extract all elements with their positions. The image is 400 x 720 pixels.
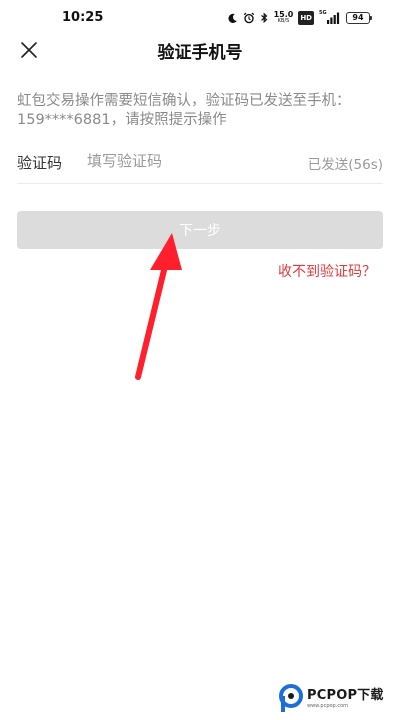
battery-level: 94: [352, 13, 364, 22]
next-step-button[interactable]: 下一步: [17, 211, 383, 249]
code-label: 验证码: [17, 154, 63, 172]
moon-icon: [227, 11, 238, 25]
watermark: PCPOP下载 www.pcpop.com: [278, 683, 384, 715]
status-time: 10:25: [62, 10, 104, 25]
watermark-brand: PCPOP下载: [307, 688, 384, 703]
net-speed-value: 15.0: [273, 10, 294, 19]
page-title: 验证手机号: [157, 43, 243, 63]
pcpop-logo-icon: [279, 684, 303, 712]
hd-badge: HD: [298, 11, 314, 25]
watermark-url: www.pcpop.com: [307, 703, 348, 709]
verification-code-input[interactable]: [87, 148, 287, 174]
net-speed: 15.0 KB/S: [274, 11, 294, 25]
phone-screen: 10:25 15.0 KB/S HD 5G 94 验证手机号 虹包交易操作需要短…: [0, 0, 400, 720]
status-bar: 10:25 15.0 KB/S HD 5G 94: [0, 0, 400, 36]
header: 验证手机号: [0, 36, 400, 64]
net-speed-unit: KB/S: [277, 18, 290, 24]
resend-countdown: 已发送(56s): [307, 157, 383, 173]
no-code-link[interactable]: 收不到验证码？: [278, 261, 376, 281]
verification-code-row: 验证码 已发送(56s): [17, 140, 383, 184]
status-icons: 15.0 KB/S HD 5G 94: [227, 10, 372, 26]
alarm-icon: [243, 11, 255, 25]
bluetooth-icon: [260, 11, 269, 25]
watermark-text: PCPOP下载 www.pcpop.com: [307, 688, 384, 710]
sms-notice-text: 虹包交易操作需要短信确认，验证码已发送至手机：159****6881，请按照提示…: [17, 93, 351, 128]
battery-icon: 94: [346, 12, 372, 24]
signal-5g-icon: 5G: [319, 11, 341, 25]
